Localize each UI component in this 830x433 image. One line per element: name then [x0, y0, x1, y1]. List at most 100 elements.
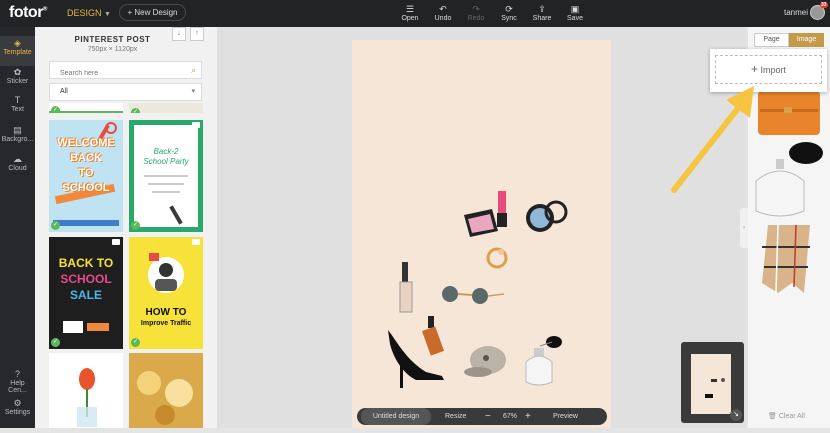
- template-flowers[interactable]: [129, 353, 203, 428]
- template-icon: ◈: [14, 38, 21, 48]
- minimap-item: [721, 378, 725, 382]
- save-icon: ▣: [570, 4, 580, 14]
- background-icon: ▤: [13, 125, 22, 135]
- minimap-collapse-icon[interactable]: ↘: [730, 409, 742, 421]
- sticker-icon: ✿: [13, 67, 22, 77]
- trash-icon: 🗑: [768, 413, 777, 420]
- pencil-graphic: [169, 205, 183, 225]
- new-design-button[interactable]: + New Design: [119, 4, 186, 21]
- plus-icon: +: [525, 411, 531, 422]
- open-button[interactable]: ☰ Open: [395, 3, 425, 22]
- undo-icon: ↶: [439, 4, 447, 14]
- zoom-out-button[interactable]: −: [485, 408, 491, 425]
- arrow-down-icon: ↓: [177, 30, 181, 37]
- notification-badge: 33: [820, 2, 828, 8]
- template-how-to-improve-traffic[interactable]: HOW TO Improve Traffic ✓: [129, 237, 203, 349]
- check-icon: ✓: [51, 106, 60, 113]
- chevron-down-icon: ▾: [191, 88, 195, 95]
- check-icon: ✓: [131, 108, 140, 113]
- nail-polish: [399, 262, 413, 313]
- perfume-bottle: [525, 336, 562, 386]
- arrow-up-icon: ↑: [195, 30, 199, 37]
- minimap-item: [711, 379, 717, 382]
- minimap[interactable]: ↘: [681, 342, 744, 423]
- zoom-in-button[interactable]: +: [525, 408, 531, 425]
- cap: [464, 346, 506, 377]
- nav-sticker[interactable]: ✿ Sticker: [0, 67, 35, 85]
- template-art: [148, 253, 184, 293]
- scarf-image: [762, 224, 810, 294]
- template-heading: HOW TO Improve Traffic: [140, 307, 192, 327]
- share-button[interactable]: ⇪ Share: [527, 3, 557, 22]
- sync-button[interactable]: ⟳ Sync: [494, 3, 524, 22]
- price-tag: [63, 321, 83, 333]
- template-thumbnail[interactable]: ✓: [129, 103, 203, 113]
- left-nav: ◈ Template ✿ Sticker T Text ▤ Backgro... ☁ Cl…: [0, 27, 35, 428]
- fotor-logo[interactable]: fotor®: [9, 4, 47, 22]
- search-input[interactable]: [50, 65, 175, 82]
- panel-title: PINTEREST POST: [74, 35, 151, 44]
- template-back-to-school-sale[interactable]: BACK TO SCHOOL SALE ✓: [49, 237, 123, 349]
- clear-all-button[interactable]: 🗑 Clear All: [768, 412, 805, 420]
- canvas-bottom-bar: Untitled design Resize − 67% + Preview: [357, 408, 607, 425]
- flowers-image: [129, 353, 203, 428]
- nav-cloud[interactable]: ☁ Cloud: [0, 154, 35, 172]
- nav-template[interactable]: ◈ Template: [0, 36, 35, 66]
- design-canvas[interactable]: [352, 40, 611, 428]
- design-label: DESIGN: [67, 8, 102, 18]
- template-panel: PINTEREST POST 750px × 1120px ↓ ↑ ⌕ All▾…: [35, 27, 217, 428]
- template-back-2-school-party[interactable]: Back-2 School Party ✓: [129, 120, 203, 232]
- preview-button[interactable]: Preview: [553, 408, 578, 425]
- tab-image[interactable]: Image: [789, 33, 824, 47]
- avatar[interactable]: 33: [810, 2, 828, 20]
- text-line: [148, 183, 184, 185]
- arrow-down-button[interactable]: ↓: [172, 27, 186, 41]
- template-card: Back-2 School Party: [134, 125, 198, 227]
- minus-icon: −: [485, 411, 491, 422]
- cloud-icon: ☁: [13, 154, 22, 164]
- username[interactable]: tanmei: [784, 8, 808, 17]
- serum-bottle: [421, 316, 445, 356]
- share-icon: ⇪: [538, 4, 546, 14]
- premium-icon: [192, 122, 200, 128]
- save-button[interactable]: ▣ Save: [560, 3, 590, 22]
- right-panel-toggle[interactable]: ›: [740, 208, 748, 248]
- menu-icon: ☰: [405, 4, 415, 14]
- template-welcome-back-to-school[interactable]: WELCOME BACK TO SCHOOL ✓: [49, 120, 123, 232]
- template-thumbnail[interactable]: ✓: [49, 103, 123, 113]
- text-line: [144, 175, 188, 177]
- template-heading: Back-2 School Party: [143, 147, 189, 166]
- arrow-up-button[interactable]: ↑: [190, 27, 204, 41]
- redo-button[interactable]: ↷ Redo: [461, 3, 491, 22]
- filter-select[interactable]: All ▾: [49, 83, 202, 101]
- resize-button[interactable]: Resize: [445, 408, 466, 425]
- text-icon: T: [14, 95, 21, 105]
- design-menu[interactable]: DESIGN ▼: [67, 8, 111, 18]
- template-tulip[interactable]: [49, 353, 123, 428]
- nav-help-center[interactable]: ? Help Cen...: [0, 369, 35, 394]
- minimap-preview: [691, 354, 731, 414]
- minimap-item: [705, 394, 713, 398]
- nav-settings[interactable]: ⚙ Settings: [0, 398, 35, 416]
- search-icon[interactable]: ⌕: [191, 65, 196, 76]
- help-icon: ?: [14, 369, 20, 379]
- tulip-image: [77, 368, 97, 427]
- design-title[interactable]: Untitled design: [361, 408, 431, 425]
- nav-text[interactable]: T Text: [0, 95, 35, 113]
- tab-page[interactable]: Page: [754, 33, 789, 47]
- nav-background[interactable]: ▤ Backgro...: [0, 125, 35, 143]
- template-heading: BACK TO SCHOOL SALE: [58, 256, 114, 302]
- chevron-down-icon: ▼: [104, 11, 111, 18]
- search-box: ⌕: [49, 61, 202, 82]
- chevron-right-icon: ›: [743, 225, 745, 231]
- annotation-arrow: [671, 86, 754, 193]
- round-compact: [526, 200, 568, 232]
- premium-icon: [112, 239, 120, 245]
- panel-size: 750px × 1120px: [87, 46, 138, 53]
- ring: [486, 247, 508, 269]
- check-icon: ✓: [51, 221, 60, 230]
- check-icon: ✓: [51, 338, 60, 347]
- sync-icon: ⟳: [505, 4, 513, 14]
- undo-button[interactable]: ↶ Undo: [428, 3, 458, 22]
- compact-lipstick: [464, 191, 507, 237]
